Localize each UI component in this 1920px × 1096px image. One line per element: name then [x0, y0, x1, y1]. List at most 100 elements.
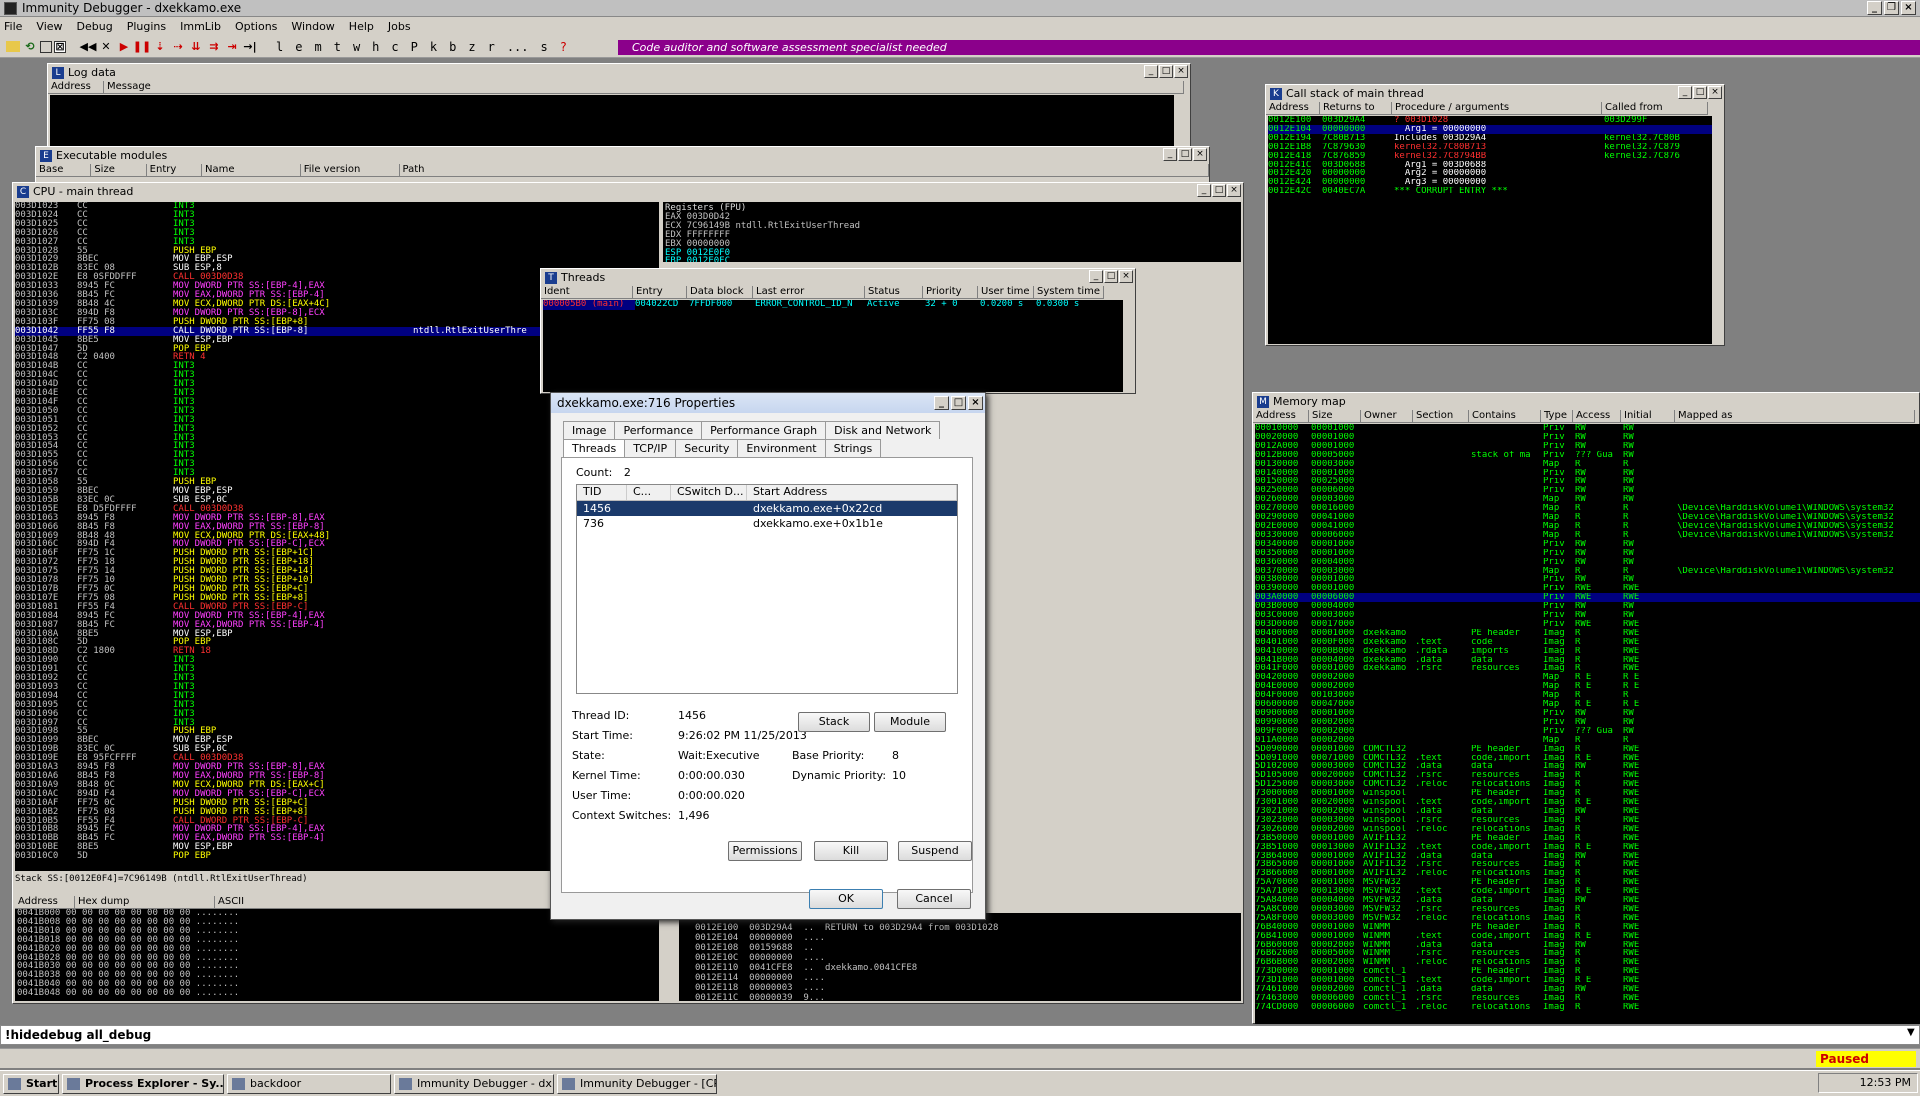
memory-row[interactable]: 75A8C000 00003000 MSVFW32 .rsrc resources Ima…: [1255, 905, 1920, 914]
memory-row[interactable]: 73B50000 00001000 AVIFIL32 PE header Imag R RW…: [1255, 834, 1920, 843]
tab-performance-graph[interactable]: Performance Graph: [701, 421, 827, 439]
step-over-icon[interactable]: ⇢: [170, 39, 186, 55]
memory-row[interactable]: 009F0000 00002000 Priv ??? Gua RW: [1255, 727, 1920, 736]
log-window[interactable]: L Log data _ □ × Address Message: [47, 63, 1191, 153]
hex-dump-pane[interactable]: 0041B000 00 00 00 00 00 00 00 00 .......…: [15, 909, 659, 1001]
trace-over-icon[interactable]: ⇉: [206, 39, 222, 55]
register-line[interactable]: EDX FFFFFFFF: [665, 230, 1239, 240]
memory-row[interactable]: 00350000 00001000 Priv RW RW: [1255, 549, 1920, 558]
memory-row[interactable]: 00420000 00002000 Map R E R E: [1255, 673, 1920, 682]
col-header[interactable]: Base: [36, 164, 92, 177]
memory-row[interactable]: 00400000 00001000 dxekkamo PE header Imag R RW…: [1255, 629, 1920, 638]
memory-row[interactable]: 00150000 00025000 Priv RW RW: [1255, 477, 1920, 486]
memory-row[interactable]: 0012B000 00005000 stack of ma Priv ??? Gua RW: [1255, 451, 1920, 460]
maximize-icon[interactable]: □: [1693, 86, 1707, 99]
minimize-icon[interactable]: _: [1089, 270, 1103, 283]
toolbar-letter-4[interactable]: w: [353, 40, 360, 54]
thread-list-row[interactable]: 1456 dxekkamo.exe+0x22cd: [577, 501, 957, 516]
module-button[interactable]: Module: [874, 712, 946, 732]
col-header[interactable]: Hex dump: [75, 896, 215, 909]
register-line[interactable]: EBP 0012E0FC: [665, 257, 1239, 262]
modules-window[interactable]: E Executable modules _ □ × Base Size Entry Nam…: [35, 146, 1210, 186]
col-header[interactable]: File version: [300, 164, 400, 177]
menu-file[interactable]: File: [4, 20, 22, 33]
taskbar-item[interactable]: Process Explorer - Sy...: [62, 1073, 224, 1094]
memory-row[interactable]: 75A8F000 00003000 MSVFW32 .reloc relocations…: [1255, 914, 1920, 923]
dump-row[interactable]: 0041B048 00 00 00 00 00 00 00 00 .......…: [17, 989, 659, 998]
col-header[interactable]: Section: [1413, 410, 1469, 423]
toolbar-letter-1[interactable]: e: [295, 40, 302, 54]
minimize-icon[interactable]: _: [934, 396, 949, 410]
memory-row[interactable]: 73021000 00002000 winspool .data data Imag RW R…: [1255, 807, 1920, 816]
toolbar-letter-13[interactable]: s: [541, 40, 548, 54]
col-header[interactable]: Owner: [1361, 410, 1413, 423]
memory-row[interactable]: 003A0000 00006000 Priv RWE RWE: [1255, 593, 1920, 603]
callstack-row[interactable]: 0012E104 00000000 Arg1 = 00000000: [1268, 124, 1712, 134]
close-icon[interactable]: ×: [1227, 184, 1241, 197]
chevron-down-icon[interactable]: ▼: [1907, 1027, 1915, 1038]
memory-row[interactable]: 76B62000 00005000 WINMM .rsrc resources Imag R…: [1255, 949, 1920, 958]
toolbar-letter-3[interactable]: t: [334, 40, 341, 54]
memory-row[interactable]: 75A84000 00004000 MSVFW32 .data data Imag RW RW…: [1255, 896, 1920, 905]
tab-disk-and-network[interactable]: Disk and Network: [825, 421, 941, 439]
col-header[interactable]: Ident: [541, 286, 633, 299]
memory-row[interactable]: 774CD000 00006000 comctl_1 .reloc relocation…: [1255, 1003, 1920, 1012]
tab-tcp-ip[interactable]: TCP/IP: [624, 439, 677, 459]
stack-row[interactable]: 0012E100 003D29A4 .. RETURN to 003D29A4 …: [695, 923, 1241, 933]
memory-row[interactable]: 00360000 00004000 Priv RW RW: [1255, 558, 1920, 567]
col-header[interactable]: Status: [865, 286, 923, 299]
registers-pane[interactable]: Registers (FPU) EAX 003D0D42 ECX 7C96149B…: [663, 202, 1241, 262]
tab-image[interactable]: Image: [563, 421, 616, 439]
toolbar-letter-10[interactable]: z: [468, 40, 475, 54]
col-header[interactable]: Called from: [1602, 102, 1708, 115]
trace-into-icon[interactable]: ⇊: [188, 39, 204, 55]
col-header[interactable]: Size: [1309, 410, 1361, 423]
open-icon[interactable]: [6, 41, 20, 52]
list-col-header[interactable]: Start Address: [747, 485, 957, 500]
stack-row[interactable]: 0012E118 00000003 ....: [695, 983, 1241, 993]
minimize-icon[interactable]: _: [1678, 86, 1692, 99]
memory-row[interactable]: 73B66000 00001000 AVIFIL32 .reloc relocation…: [1255, 869, 1920, 878]
memory-row[interactable]: 76B60000 00002000 WINMM .data data Imag RW RWE: [1255, 941, 1920, 950]
tab-strings[interactable]: Strings: [824, 439, 882, 459]
stack-pane[interactable]: 0012E0FC 0012E190 ..0012E100 003D29A4 ..…: [679, 913, 1241, 1001]
taskbar-item[interactable]: backdoor: [227, 1073, 391, 1094]
memory-row[interactable]: 00370000 00003000 Map R R \Device\HarddiskVol…: [1255, 567, 1920, 576]
properties-dialog[interactable]: dxekkamo.exe:716 Properties _ □ × Image Per…: [550, 392, 986, 920]
tab-environment[interactable]: Environment: [737, 439, 826, 459]
memory-row[interactable]: 00250000 00006000 Priv RW RW: [1255, 486, 1920, 495]
col-header[interactable]: User time: [978, 286, 1034, 299]
stop-icon[interactable]: ✕: [98, 39, 114, 55]
col-header[interactable]: Entry: [633, 286, 687, 299]
tab-performance[interactable]: Performance: [614, 421, 703, 439]
menu-options[interactable]: Options: [235, 20, 277, 33]
cancel-button[interactable]: Cancel: [897, 889, 971, 909]
col-header[interactable]: Entry: [146, 164, 202, 177]
callstack-row[interactable]: 0012E424 00000000 Arg3 = 00000000: [1268, 178, 1712, 187]
col-header[interactable]: Returns to: [1320, 102, 1392, 115]
maximize-icon[interactable]: □: [1159, 65, 1173, 78]
memory-row[interactable]: 77463000 00006000 comctl_1 .rsrc resources Im…: [1255, 994, 1920, 1003]
tab-threads[interactable]: Threads: [563, 439, 626, 459]
close-icon[interactable]: ×: [968, 396, 983, 410]
col-header[interactable]: Access: [1573, 410, 1621, 423]
memory-row[interactable]: 773D0000 00001000 comctl_1 PE header Imag R RW…: [1255, 967, 1920, 976]
memory-row[interactable]: 00010000 00001000 Priv RW RW: [1255, 424, 1920, 433]
stack-row[interactable]: 0012E104 00000000 ....: [695, 933, 1241, 943]
callstack-row[interactable]: 0012E194 7C80B713 Includes 003D29A4 kernel3…: [1268, 134, 1712, 143]
memory-row[interactable]: 003B0000 00004000 Priv RW RW: [1255, 602, 1920, 611]
memory-row[interactable]: 77461000 00002000 comctl_1 .data data Imag RW R…: [1255, 985, 1920, 994]
memory-row[interactable]: 004E0000 00002000 Map R E R E: [1255, 682, 1920, 691]
menu-plugins[interactable]: Plugins: [127, 20, 166, 33]
threads-list[interactable]: 000005B0 (main) 004022CD 7FFDF000 ERROR_CON…: [543, 300, 1123, 392]
memory-row[interactable]: 73023000 00003000 winspool .rsrc resources Im…: [1255, 816, 1920, 825]
tab-security[interactable]: Security: [675, 439, 739, 459]
promo-banner[interactable]: Code auditor and software assessment spe…: [618, 40, 1920, 55]
menu-window[interactable]: Window: [291, 20, 334, 33]
callstack-row[interactable]: 0012E42C 0040EC7A *** CORRUPT ENTRY ***: [1268, 187, 1712, 196]
memory-row[interactable]: 00130000 00003000 Map R R: [1255, 460, 1920, 469]
register-line[interactable]: EBX 00000000: [665, 239, 1239, 249]
callstack-row[interactable]: 0012E420 00000000 Arg2 = 00000000: [1268, 169, 1712, 178]
taskbar-item[interactable]: Immunity Debugger - [CPU]: [557, 1073, 717, 1094]
callstack-row[interactable]: 0012E418 7C876859 kernel32.7C8794BB kernel3…: [1268, 152, 1712, 161]
